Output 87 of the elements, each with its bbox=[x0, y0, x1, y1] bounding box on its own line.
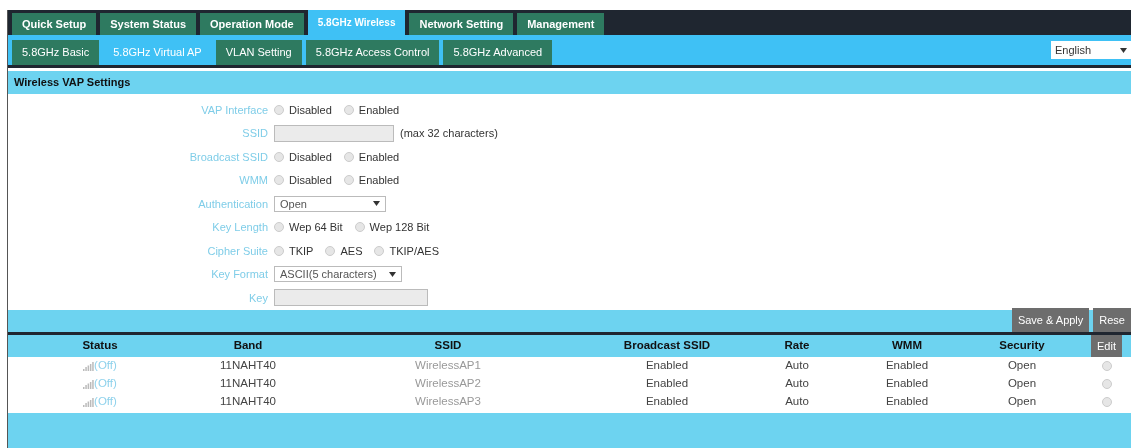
signal-icon bbox=[83, 361, 95, 371]
column-header: Band bbox=[233, 338, 263, 354]
radio-button[interactable] bbox=[274, 245, 284, 256]
status-text: (Off) bbox=[94, 358, 117, 374]
option-label: Enabled bbox=[358, 102, 400, 118]
language-select[interactable]: English bbox=[1051, 41, 1131, 59]
table-cell-text: WirelessAP2 bbox=[415, 376, 481, 392]
option-label: Enabled bbox=[358, 173, 400, 188]
radio-button[interactable] bbox=[374, 245, 385, 256]
radio-button[interactable] bbox=[274, 104, 284, 115]
sub-tab[interactable]: 5.8GHz Basic bbox=[12, 40, 100, 65]
nav-tab[interactable]: Operation Mode bbox=[200, 13, 304, 35]
table-cell-text: Open bbox=[1007, 376, 1037, 392]
option-label: TKIP/AES bbox=[389, 243, 439, 259]
sub-tab[interactable]: VLAN Setting bbox=[215, 40, 302, 65]
table-cell-text: Enabled bbox=[885, 358, 929, 374]
table-cell-text: 11NAHT40 bbox=[219, 394, 276, 410]
table-cell-text: WirelessAP3 bbox=[415, 394, 481, 410]
field-label: SSID bbox=[241, 126, 268, 141]
radio-button[interactable] bbox=[325, 245, 336, 256]
nav-tab[interactable]: Quick Setup bbox=[12, 13, 97, 35]
status-text: (Off) bbox=[94, 376, 117, 392]
table-cell-text: Enabled bbox=[885, 394, 929, 410]
radio-button[interactable] bbox=[274, 222, 284, 233]
column-header: WMM bbox=[892, 338, 922, 354]
table-cell-text: Enabled bbox=[645, 376, 689, 392]
table-cell-text: Enabled bbox=[645, 394, 689, 410]
caret-icon bbox=[1120, 47, 1127, 53]
save-apply-button[interactable]: Save & Apply bbox=[1011, 308, 1090, 332]
nav-tab[interactable]: System Status bbox=[100, 13, 196, 35]
nav-tab[interactable]: Network Setting bbox=[409, 13, 514, 35]
table-cell-text: Auto bbox=[785, 358, 809, 374]
select-field[interactable]: ASCII(5 characters) bbox=[274, 266, 402, 283]
table-cell-text: 11NAHT40 bbox=[219, 358, 276, 374]
option-label: Disabled bbox=[289, 102, 332, 118]
sub-tab[interactable]: 5.8GHz Advanced bbox=[443, 40, 553, 65]
column-header: SSID bbox=[434, 338, 462, 354]
radio-button[interactable] bbox=[343, 151, 354, 162]
option-label: TKIP bbox=[289, 243, 314, 259]
option-label: Disabled bbox=[289, 149, 332, 165]
radio-button[interactable] bbox=[354, 222, 365, 233]
section-title: Wireless VAP Settings bbox=[8, 71, 1131, 94]
field-label: Key Length bbox=[211, 220, 268, 235]
field-hint: (max 32 characters) bbox=[400, 126, 498, 141]
table-cell-text: Enabled bbox=[645, 358, 689, 374]
field-label: Cipher Suite bbox=[206, 243, 268, 259]
field-label: Key bbox=[248, 290, 268, 306]
table-cell-text: Auto bbox=[785, 376, 809, 392]
column-header: Broadcast SSID bbox=[623, 338, 711, 354]
option-label: Disabled bbox=[289, 173, 332, 188]
row-radio[interactable] bbox=[1101, 397, 1112, 407]
table-cell-text: Enabled bbox=[885, 376, 929, 392]
nav-tab[interactable]: Management bbox=[517, 13, 605, 35]
select-field[interactable]: Open bbox=[274, 195, 386, 212]
input-field[interactable] bbox=[274, 124, 394, 142]
radio-button[interactable] bbox=[274, 151, 284, 162]
table-cell-text: Open bbox=[1007, 394, 1037, 410]
column-header: Security bbox=[999, 338, 1045, 354]
input-field[interactable] bbox=[274, 289, 428, 307]
field-label: Key Format bbox=[210, 267, 268, 282]
option-label: Wep 128 Bit bbox=[369, 220, 430, 235]
table-cell-text: WirelessAP1 bbox=[415, 358, 481, 374]
field-label: Broadcast SSID bbox=[188, 149, 268, 165]
option-label: AES bbox=[340, 243, 363, 259]
field-label: Authentication bbox=[197, 196, 268, 212]
field-label: WMM bbox=[238, 173, 268, 188]
caret-icon bbox=[388, 271, 396, 277]
radio-button[interactable] bbox=[343, 104, 354, 115]
table-cell-text: Auto bbox=[785, 394, 809, 410]
row-radio[interactable] bbox=[1101, 379, 1112, 389]
radio-button[interactable] bbox=[274, 175, 284, 186]
sub-tab[interactable]: 5.8GHz Access Control bbox=[305, 40, 440, 65]
row-radio[interactable] bbox=[1101, 361, 1112, 371]
table-cell-text: Open bbox=[1007, 358, 1037, 374]
signal-icon bbox=[83, 379, 95, 389]
column-header: Status bbox=[82, 338, 118, 354]
option-label: Enabled bbox=[358, 149, 400, 165]
field-label: VAP Interface bbox=[200, 102, 268, 118]
table-cell-text: 11NAHT40 bbox=[219, 376, 276, 392]
option-label: Wep 64 Bit bbox=[289, 220, 343, 235]
column-header: Rate bbox=[784, 338, 810, 354]
status-text: (Off) bbox=[94, 394, 117, 410]
reset-button[interactable]: Rese bbox=[1093, 308, 1131, 332]
edit-button[interactable]: Edit bbox=[1091, 335, 1122, 357]
caret-icon bbox=[373, 201, 380, 207]
radio-button[interactable] bbox=[343, 175, 354, 186]
signal-icon bbox=[83, 397, 95, 407]
